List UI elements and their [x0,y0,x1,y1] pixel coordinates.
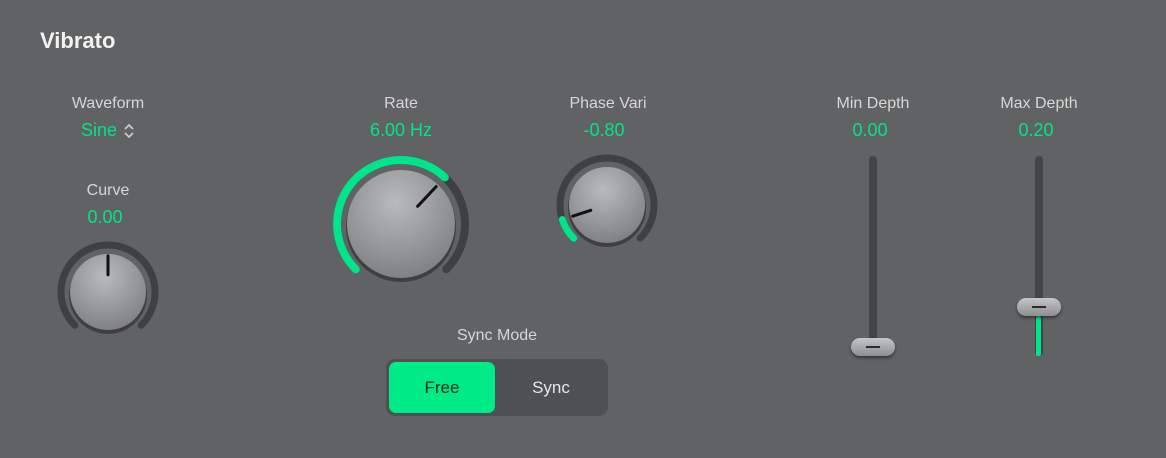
min-depth-value: 0.00 [852,120,888,140]
max-depth-slider-fill [1036,316,1041,356]
min-depth-label: Min Depth [836,95,910,112]
waveform-label: Waveform [71,95,145,112]
sync-mode-segmented-control: Free Sync [386,359,608,416]
rate-label: Rate [384,95,418,112]
curve-knob-track [57,241,159,329]
waveform-value: Sine [80,120,118,140]
phase-vari-value: -0.80 [583,120,625,140]
sync-mode-label: Sync Mode [456,327,538,344]
min-depth-slider-track[interactable] [869,156,877,356]
phase_vari-knob-track [556,154,658,242]
min-depth-slider-thumb[interactable] [851,338,895,356]
rate-knob-shadow [346,172,456,282]
rate-knob-value-arc [333,156,449,274]
plugin-title: Vibrato [40,28,116,53]
phase-vari-label: Phase Vari [569,95,647,112]
sync-mode-sync-button[interactable]: Sync [497,362,605,413]
rate-knob-pointer [416,185,438,208]
rate-knob-body [347,170,455,278]
curve-knob-shadow [69,256,147,334]
rate-knob-track [333,156,469,274]
phase_vari-knob-body [569,167,645,243]
max-depth-value: 0.20 [1018,120,1054,140]
curve-label: Curve [86,182,130,199]
waveform-selector[interactable]: Sine [28,120,188,141]
sync-mode-free-button[interactable]: Free [389,362,495,413]
up-down-chevron-icon [124,123,134,138]
rate-value: 6.00 Hz [369,120,433,140]
phase_vari-knob-pointer [571,208,593,218]
max-depth-label: Max Depth [1000,95,1078,112]
curve-value: 0.00 [87,207,123,227]
phase_vari-knob-value-arc [558,216,578,242]
phase_vari-knob-shadow [568,169,646,247]
curve-knob-body [70,254,146,330]
max-depth-slider-thumb[interactable] [1017,298,1061,316]
